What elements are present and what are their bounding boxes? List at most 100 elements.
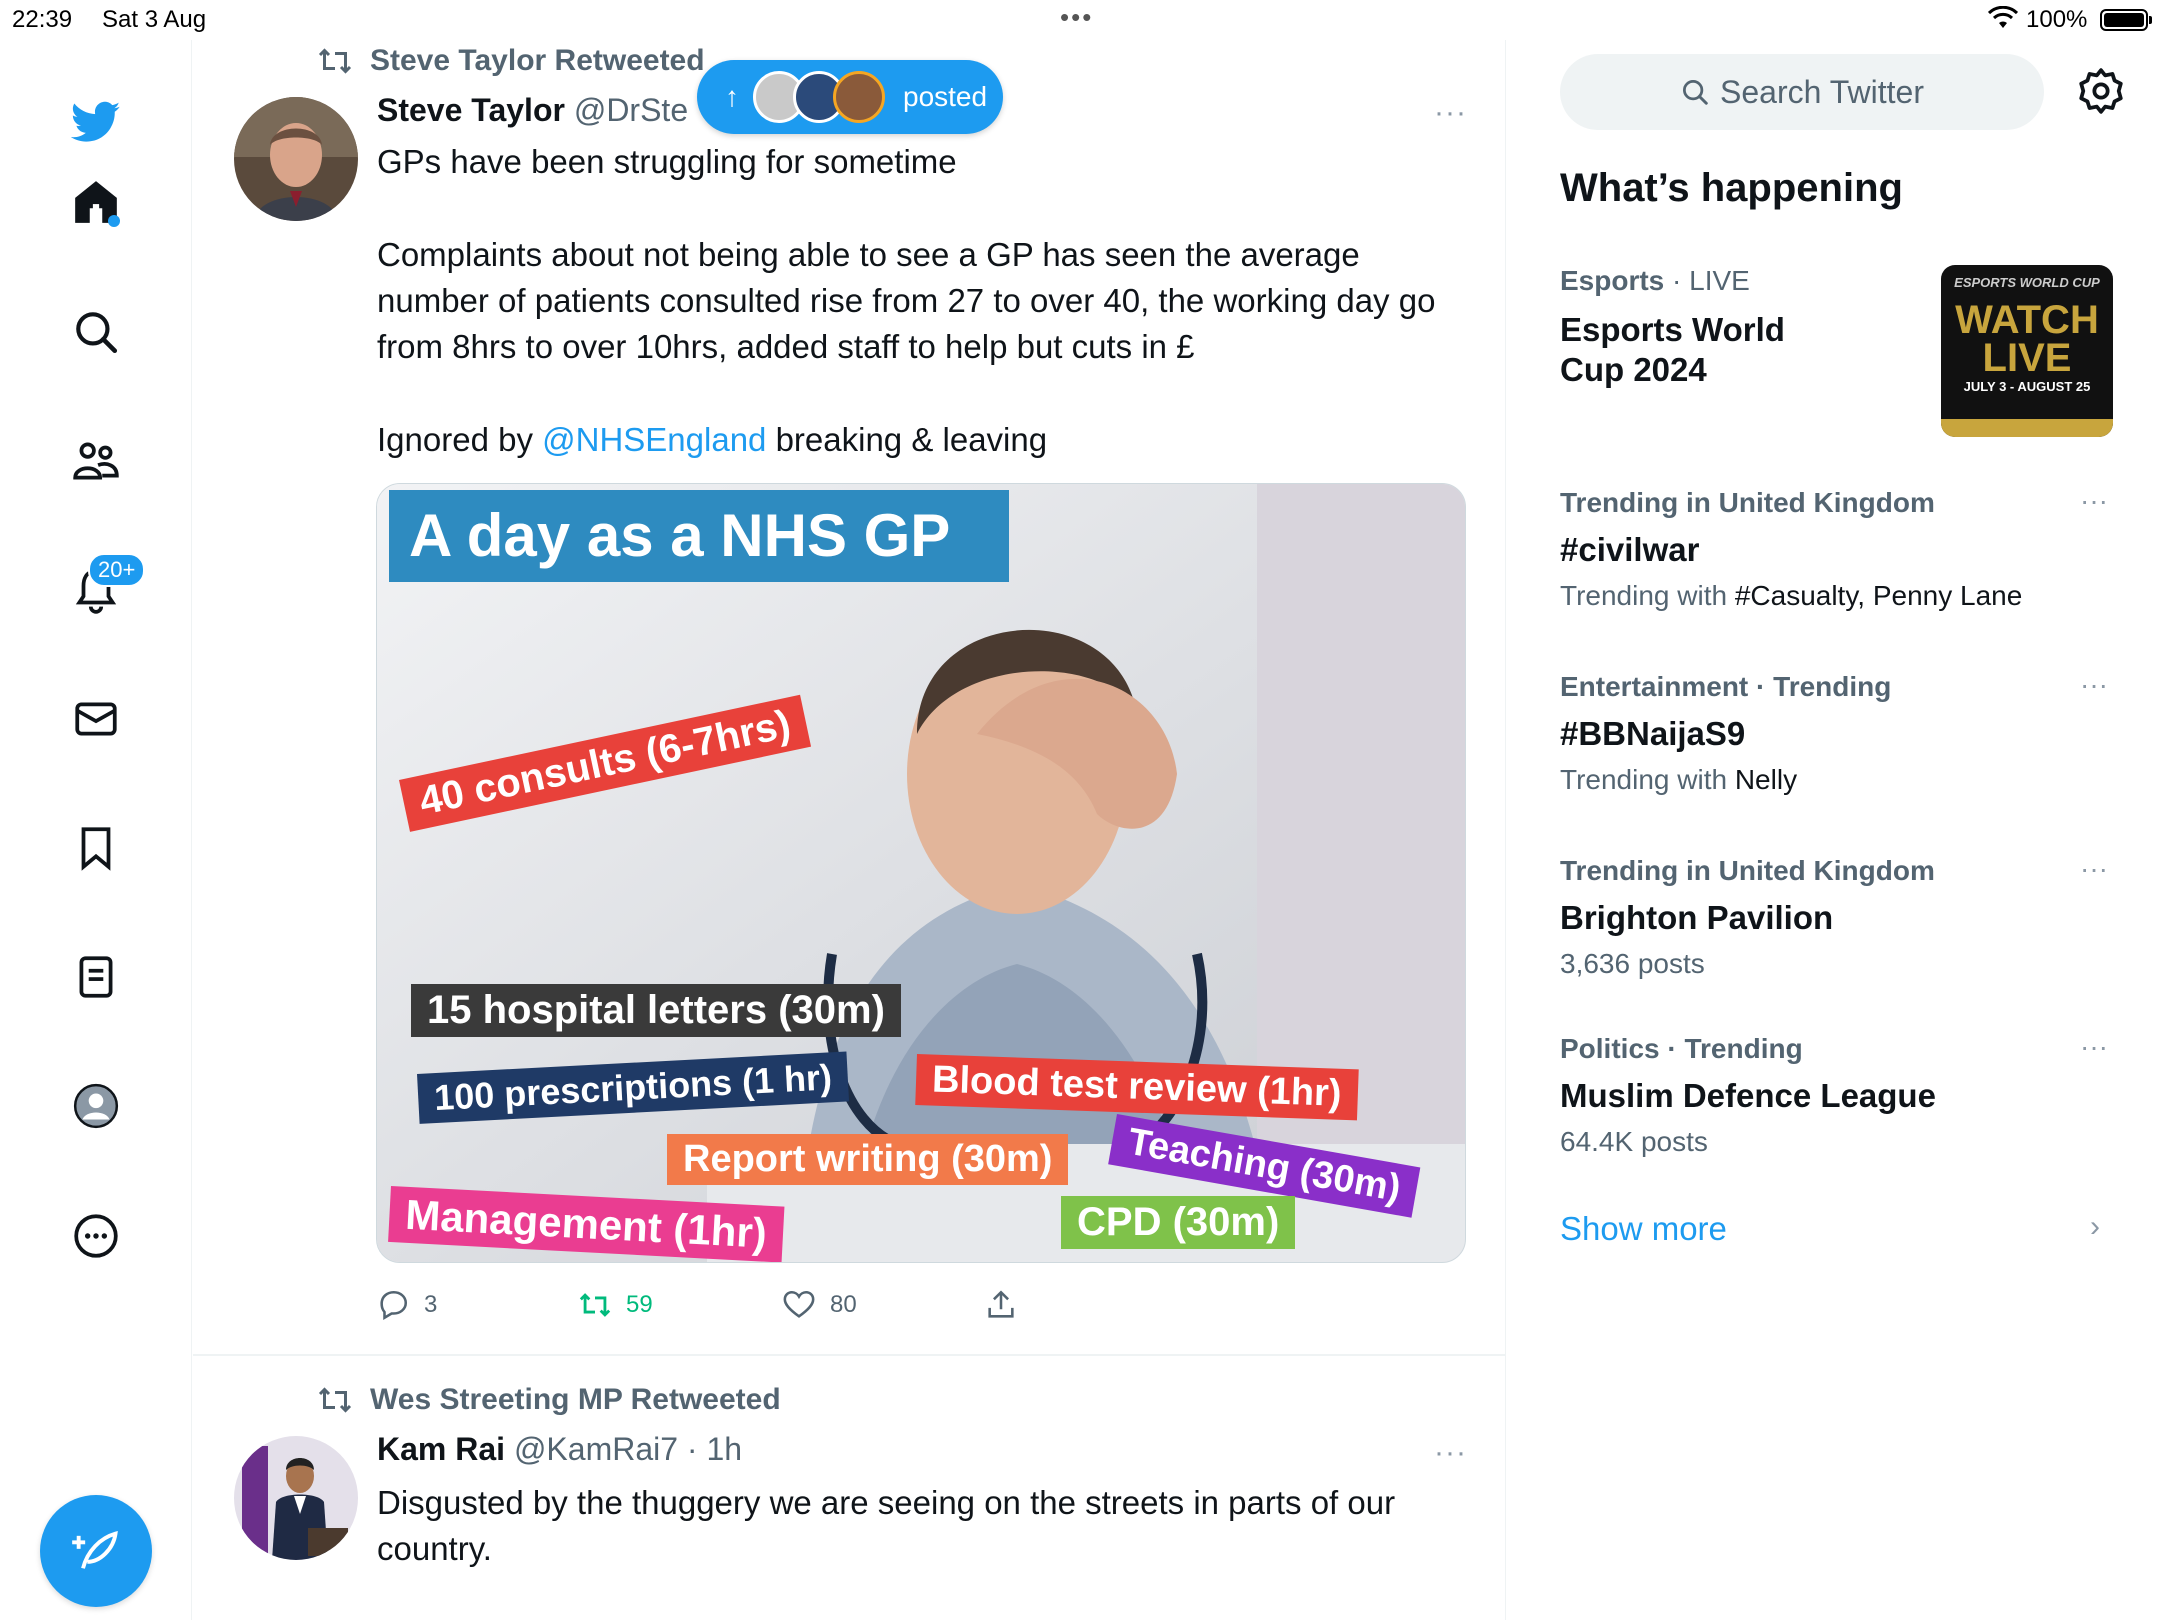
image-label-letters: 15 hospital letters (30m) bbox=[411, 984, 901, 1037]
new-posts-pill[interactable]: ↑ posted bbox=[697, 60, 1003, 134]
posted-avatar-3 bbox=[833, 71, 885, 123]
notifications-badge: 20+ bbox=[88, 553, 146, 587]
nav-more[interactable] bbox=[56, 1196, 136, 1276]
retweet-context[interactable]: Steve Taylor Retweeted bbox=[316, 44, 705, 78]
kam-rai-avatar-image bbox=[234, 1436, 358, 1560]
gear-icon[interactable] bbox=[2076, 66, 2126, 116]
thumbnail-dates: JULY 3 - AUGUST 25 bbox=[1963, 379, 2091, 394]
status-time: 22:39 bbox=[12, 6, 73, 33]
search-input[interactable]: Search Twitter bbox=[1560, 54, 2044, 130]
communities-icon bbox=[73, 442, 119, 480]
trend-meta: Politics · Trending bbox=[1560, 1033, 1803, 1064]
arrow-up-icon: ↑ bbox=[725, 81, 739, 112]
author-handle: @DrSte bbox=[573, 92, 689, 128]
mail-icon bbox=[75, 702, 117, 736]
tweet-author[interactable]: Steve Taylor @DrSte bbox=[377, 92, 688, 129]
retweet-icon bbox=[318, 48, 352, 74]
thumbnail-main-text: WATCH LIVE bbox=[1941, 300, 2113, 380]
trend-title: #civilwar bbox=[1560, 531, 1700, 568]
trend-sub: 3,636 posts bbox=[1560, 948, 1705, 980]
thumbnail-brand: ESPORTS WORLD CUP bbox=[1954, 275, 2100, 290]
thumbnail-live: LIVE bbox=[1982, 336, 2072, 380]
tweet-more-button[interactable]: ··· bbox=[1434, 96, 1467, 130]
image-label-cpd: CPD (30m) bbox=[1061, 1196, 1296, 1249]
tweet-body: GPs have been struggling for sometime Co… bbox=[377, 139, 1467, 463]
more-circle-icon bbox=[74, 1214, 118, 1258]
nav-lists[interactable] bbox=[56, 937, 136, 1017]
bookmark-icon bbox=[81, 827, 111, 871]
like-count: 80 bbox=[830, 1291, 857, 1318]
battery-icon bbox=[2100, 9, 2152, 31]
trend-status: · LIVE bbox=[1664, 265, 1750, 296]
steve-taylor-avatar-image bbox=[234, 97, 358, 221]
lists-icon bbox=[79, 956, 113, 998]
retweet-button[interactable]: 59 bbox=[578, 1283, 653, 1327]
show-more-link[interactable]: Show more bbox=[1560, 1210, 1727, 1248]
nav-search[interactable] bbox=[56, 292, 136, 372]
trend-sub: Trending with Nelly bbox=[1560, 764, 1797, 796]
retweet-context[interactable]: Wes Streeting MP Retweeted bbox=[316, 1383, 781, 1417]
bird-icon bbox=[71, 101, 121, 142]
esports-thumbnail: ESPORTS WORLD CUP WATCH LIVE JULY 3 - AUG… bbox=[1941, 265, 2113, 437]
status-bar: 22:39 Sat 3 Aug ••• 100% bbox=[0, 0, 2160, 40]
compose-feather-icon bbox=[72, 1530, 118, 1569]
retweet-icon bbox=[579, 1293, 611, 1317]
image-title: A day as a NHS GP bbox=[389, 490, 1009, 582]
search-placeholder: Search Twitter bbox=[1720, 73, 1924, 110]
search-icon bbox=[1683, 80, 1708, 105]
reply-count: 3 bbox=[424, 1291, 438, 1318]
trend-meta: Entertainment · Trending bbox=[1560, 671, 1892, 702]
author-name: Steve Taylor bbox=[377, 92, 565, 128]
chevron-right-icon[interactable]: › bbox=[2090, 1210, 2100, 1244]
paragraph-3-prefix: Ignored by bbox=[377, 421, 543, 458]
trend-more-button[interactable]: ··· bbox=[2080, 1031, 2108, 1063]
left-nav: 20+ bbox=[0, 40, 192, 1620]
compose-tweet-button[interactable] bbox=[40, 1495, 152, 1607]
tweet-author[interactable]: Kam Rai @KamRai7 · 1h bbox=[377, 1431, 742, 1468]
retweet-context-label: Steve Taylor Retweeted bbox=[370, 44, 705, 77]
nav-profile[interactable] bbox=[56, 1066, 136, 1146]
trend-post-count: 3,636 posts bbox=[1560, 948, 1705, 979]
trend-title: Brighton Pavilion bbox=[1560, 899, 1834, 936]
trend-category: Esports bbox=[1560, 265, 1665, 296]
trend-sub-value: Nelly bbox=[1734, 764, 1798, 795]
tweet-image[interactable]: A day as a NHS GP 40 consults (6-7hrs) 1… bbox=[376, 483, 1466, 1263]
mention-link[interactable]: @NHSEngland bbox=[542, 421, 766, 458]
avatar[interactable] bbox=[234, 1436, 358, 1560]
home-unread-dot bbox=[108, 215, 120, 227]
trend-meta: Trending in United Kingdom bbox=[1560, 855, 1935, 886]
trend-more-button[interactable]: ··· bbox=[2080, 853, 2108, 885]
trend-title-line-2: Cup 2024 bbox=[1560, 351, 1707, 388]
multitasking-dots-icon[interactable]: ••• bbox=[1060, 2, 1093, 33]
trend-title: Muslim Defence League bbox=[1560, 1077, 1936, 1114]
share-button[interactable] bbox=[984, 1283, 1032, 1327]
like-button[interactable]: 80 bbox=[782, 1283, 857, 1327]
trend-more-button[interactable]: ··· bbox=[2080, 485, 2108, 517]
tweet-body: Disgusted by the thuggery we are seeing … bbox=[377, 1480, 1467, 1572]
trend-meta: Esports · LIVE bbox=[1560, 265, 1750, 297]
reply-button[interactable]: 3 bbox=[376, 1283, 437, 1327]
tweet-more-button[interactable]: ··· bbox=[1434, 1436, 1467, 1470]
profile-avatar-icon bbox=[73, 1083, 119, 1129]
author-name: Kam Rai bbox=[377, 1431, 506, 1467]
trend-sub: Trending with #Casualty, Penny Lane bbox=[1560, 580, 2022, 612]
avatar[interactable] bbox=[234, 97, 358, 221]
nav-messages[interactable] bbox=[56, 679, 136, 759]
trend-sub-prefix: Trending with bbox=[1560, 764, 1735, 795]
tweet-line-1: GPs have been struggling for sometime bbox=[377, 143, 957, 180]
trend-title: #BBNaijaS9 bbox=[1560, 715, 1746, 752]
tweet-divider bbox=[193, 1354, 1506, 1356]
nav-communities[interactable] bbox=[56, 421, 136, 501]
nav-home[interactable] bbox=[56, 162, 136, 242]
nav-bookmarks[interactable] bbox=[56, 808, 136, 888]
status-date: Sat 3 Aug bbox=[102, 6, 207, 33]
thumbnail-strip bbox=[1941, 419, 2113, 437]
tweet-paragraph-2: Complaints about not being able to see a… bbox=[377, 236, 1436, 365]
whats-happening-heading: What’s happening bbox=[1560, 166, 1903, 210]
wifi-icon bbox=[1988, 6, 2018, 28]
trend-more-button[interactable]: ··· bbox=[2080, 669, 2108, 701]
image-label-report-writing: Report writing (30m) bbox=[667, 1134, 1069, 1185]
twitter-logo-icon[interactable] bbox=[56, 82, 136, 162]
share-icon bbox=[988, 1290, 1014, 1318]
trend-sub-prefix: Trending with bbox=[1560, 580, 1735, 611]
